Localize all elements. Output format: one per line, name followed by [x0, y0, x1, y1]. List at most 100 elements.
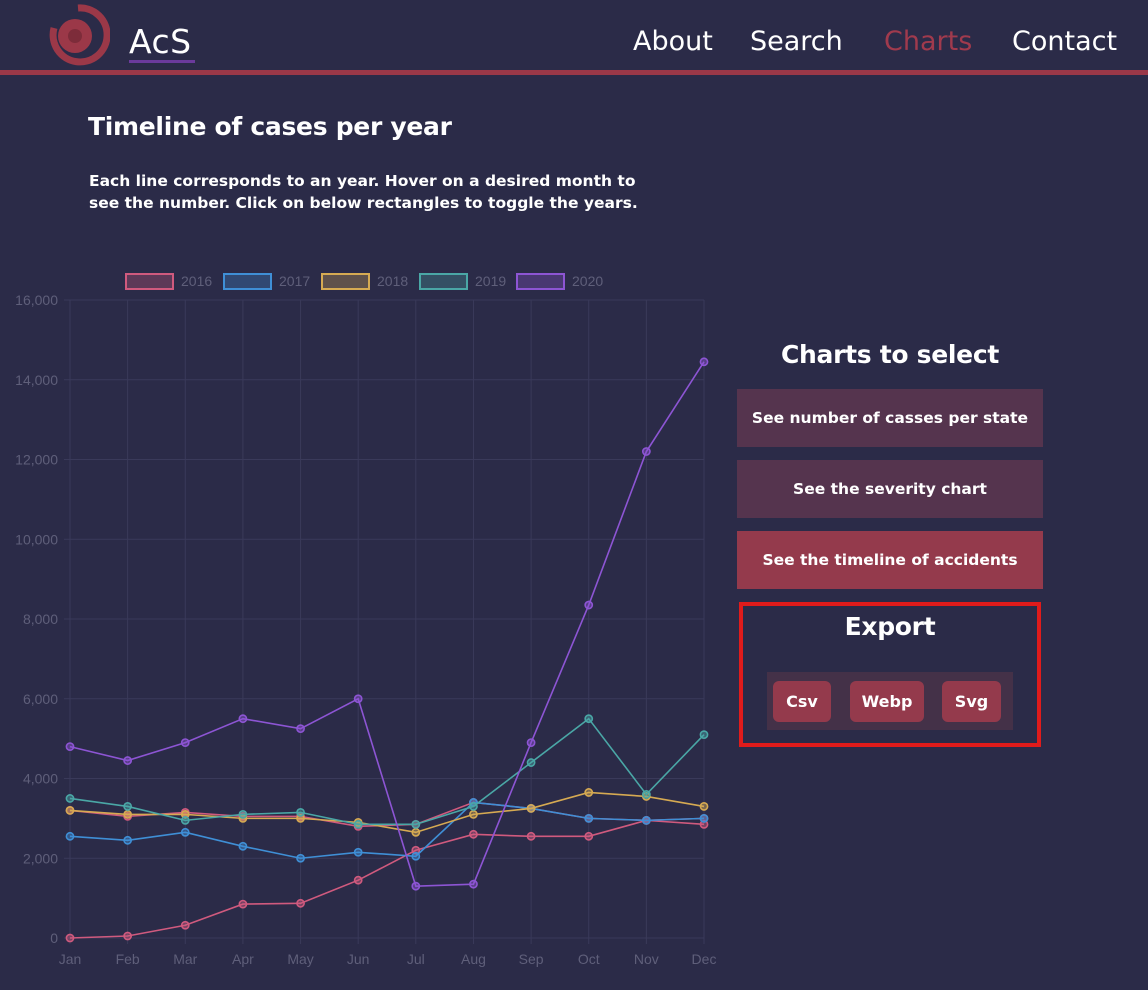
- data-point-2020: [584, 600, 594, 610]
- timeline-accidents-button[interactable]: See the timeline of accidents: [737, 531, 1043, 589]
- data-point-2020: [469, 879, 478, 889]
- data-point-2020: [123, 756, 133, 765]
- data-point-2018: [65, 806, 75, 815]
- data-point-2020: [699, 357, 709, 367]
- data-point-2017: [699, 813, 709, 823]
- x-tick-label: May: [287, 951, 313, 967]
- top-navbar: AcS About Search Charts Contact: [0, 0, 1148, 72]
- x-tick-label: Feb: [116, 951, 140, 967]
- data-point-2016: [296, 898, 305, 908]
- data-point-2016: [469, 829, 478, 839]
- legend-label: 2018: [377, 273, 408, 289]
- data-point-2018: [123, 809, 133, 819]
- y-tick-label: 2,000: [23, 850, 58, 866]
- data-point-2016: [584, 831, 594, 841]
- data-point-2020: [353, 694, 363, 704]
- legend-swatch: [516, 273, 565, 290]
- legend-label: 2020: [572, 273, 603, 289]
- x-tick-label: Aug: [461, 951, 486, 967]
- severity-chart-button[interactable]: See the severity chart: [737, 460, 1043, 518]
- data-point-2020: [180, 738, 190, 748]
- data-point-2017: [180, 827, 190, 837]
- legend-item-2018[interactable]: 2018: [321, 273, 408, 290]
- x-tick-label: Jul: [407, 951, 425, 967]
- y-tick-label: 12,000: [15, 452, 58, 468]
- data-point-2019: [180, 815, 190, 825]
- x-tick-label: Jun: [347, 951, 370, 967]
- data-point-2018: [699, 802, 709, 811]
- legend-swatch: [419, 273, 468, 290]
- data-point-2018: [526, 804, 536, 813]
- series-line-2016: [69, 817, 705, 939]
- data-point-2020: [296, 724, 305, 734]
- x-tick-label: Mar: [173, 951, 197, 967]
- y-tick-label: 4,000: [23, 771, 58, 787]
- legend-item-2017[interactable]: 2017: [223, 273, 310, 290]
- y-tick-label: 0: [50, 930, 58, 946]
- data-point-2019: [353, 819, 363, 829]
- data-point-2020: [641, 447, 651, 456]
- data-point-2020: [411, 881, 421, 891]
- y-tick-label: 8,000: [23, 611, 58, 627]
- x-tick-label: Apr: [232, 951, 254, 967]
- y-tick-label: 16,000: [15, 292, 58, 308]
- logo-icon[interactable]: [46, 2, 110, 70]
- data-point-2018: [469, 809, 478, 819]
- legend-item-2020[interactable]: 2020: [516, 273, 603, 290]
- x-tick-label: Nov: [634, 951, 659, 967]
- data-point-2016: [526, 831, 536, 841]
- brand-link[interactable]: AcS: [129, 22, 192, 61]
- data-point-2017: [123, 835, 133, 845]
- x-tick-label: Oct: [578, 951, 600, 967]
- charts-to-select-heading: Charts to select: [780, 340, 1000, 369]
- data-point-2016: [238, 899, 248, 909]
- x-tick-label: Sep: [519, 951, 544, 967]
- export-svg-button[interactable]: Svg: [942, 681, 1001, 722]
- data-point-2019: [641, 790, 651, 799]
- nav-charts[interactable]: Charts: [884, 26, 972, 57]
- data-point-2016: [353, 875, 363, 885]
- data-point-2019: [469, 802, 478, 811]
- data-point-2016: [180, 920, 190, 930]
- data-point-2017: [641, 815, 651, 825]
- nav-contact[interactable]: Contact: [1012, 26, 1117, 57]
- data-point-2017: [353, 847, 363, 857]
- y-tick-label: 6,000: [23, 691, 58, 707]
- legend-item-2019[interactable]: 2019: [419, 273, 506, 290]
- legend-item-2016[interactable]: 2016: [125, 273, 212, 290]
- legend-swatch: [223, 273, 272, 290]
- series-line-2019: [69, 717, 705, 826]
- data-point-2019: [65, 794, 75, 803]
- legend-label: 2016: [181, 273, 212, 289]
- page-title: Timeline of cases per year: [88, 112, 452, 141]
- export-heading: Export: [844, 612, 936, 641]
- cases-per-state-button[interactable]: See number of casses per state: [737, 389, 1043, 447]
- export-webp-button[interactable]: Webp: [850, 681, 924, 722]
- data-point-2019: [123, 802, 133, 811]
- nav-about[interactable]: About: [633, 26, 713, 57]
- data-point-2018: [411, 827, 421, 837]
- x-tick-label: Dec: [692, 951, 717, 967]
- data-point-2017: [411, 851, 421, 861]
- nav-search[interactable]: Search: [750, 26, 843, 57]
- data-point-2018: [584, 788, 594, 797]
- series-line-2018: [69, 791, 705, 834]
- legend-label: 2019: [475, 273, 506, 289]
- legend-swatch: [125, 273, 174, 290]
- data-point-2017: [238, 841, 248, 851]
- header-divider: [0, 70, 1148, 75]
- x-tick-label: Jan: [59, 951, 82, 967]
- data-point-2016: [65, 933, 75, 943]
- data-point-2019: [584, 714, 594, 724]
- brand-underline: [129, 60, 195, 63]
- y-tick-label: 14,000: [15, 372, 58, 388]
- series-line-2020: [69, 361, 705, 887]
- data-point-2019: [526, 758, 536, 767]
- export-csv-button[interactable]: Csv: [773, 681, 831, 722]
- data-point-2019: [238, 809, 248, 819]
- legend-label: 2017: [279, 273, 310, 289]
- timeline-line-chart[interactable]: 0 2,000 4,000 6,000 8,000 10,000 12,000 14,000 1…: [0, 262, 730, 977]
- data-point-2019: [411, 819, 421, 829]
- data-point-2017: [584, 813, 594, 823]
- legend-swatch: [321, 273, 370, 290]
